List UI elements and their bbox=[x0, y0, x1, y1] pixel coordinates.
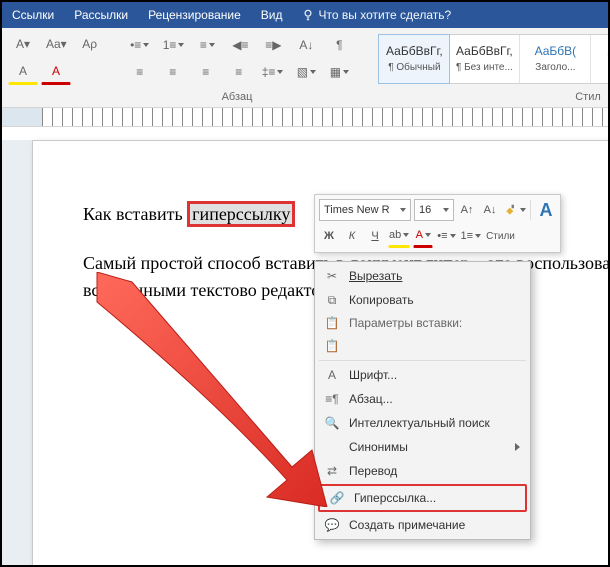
align-left-btn[interactable]: ≡ bbox=[125, 60, 155, 84]
selected-text[interactable]: гиперссылку bbox=[187, 201, 295, 227]
ctx-smart-lookup[interactable]: 🔍 Интеллектуальный поиск bbox=[315, 411, 530, 435]
style-normal[interactable]: АаБбВвГг,¶ Обычный bbox=[378, 34, 450, 84]
uppercase-btn[interactable]: A▾ bbox=[8, 32, 38, 56]
paintbrush-icon bbox=[504, 203, 518, 217]
tab-view[interactable]: Вид bbox=[251, 2, 293, 28]
mini-italic-btn[interactable]: К bbox=[342, 225, 362, 247]
increase-font-btn[interactable]: Aa▾ bbox=[41, 32, 72, 56]
mini-font-size[interactable]: 16 bbox=[414, 199, 454, 221]
translate-icon: ⇄ bbox=[323, 462, 341, 480]
ribbon: A▾ Aa▾ Aρ A A •≡ 1≡ ≡ ◀≡ ≡▶ A↓ ¶ ≡ ≡ bbox=[2, 28, 608, 108]
mini-bold-btn[interactable]: Ж bbox=[319, 225, 339, 247]
ctx-paste-option[interactable]: 📋 bbox=[315, 334, 530, 358]
bullets-btn[interactable]: •≡ bbox=[125, 33, 155, 57]
mini-numbering-btn[interactable]: 1≡ bbox=[460, 225, 483, 247]
paragraph-icon: ≡¶ bbox=[323, 390, 341, 408]
mini-toolbar: Times New R 16 A↑ A↓ A Ж К Ч ab A •≡ 1≡ … bbox=[314, 194, 561, 253]
ruler[interactable] bbox=[2, 108, 608, 127]
tell-me-label: Что вы хотите сделать? bbox=[319, 8, 452, 22]
search-icon: 🔍 bbox=[323, 414, 341, 432]
mini-shrink-font-btn[interactable]: A↓ bbox=[480, 199, 500, 221]
ctx-copy[interactable]: ⧉ Копировать bbox=[315, 288, 530, 312]
outdent-btn[interactable]: ◀≡ bbox=[225, 33, 255, 57]
clipboard-icon: 📋 bbox=[323, 337, 341, 355]
justify-btn[interactable]: ≡ bbox=[224, 60, 254, 84]
ctx-new-comment[interactable]: 💬 Создать примечание bbox=[315, 513, 530, 537]
mini-font-color-btn[interactable]: A bbox=[413, 224, 433, 248]
tab-review[interactable]: Рецензирование bbox=[138, 2, 251, 28]
copy-icon: ⧉ bbox=[323, 291, 341, 309]
paste-icon: 📋 bbox=[323, 314, 341, 332]
ctx-font[interactable]: A Шрифт... bbox=[315, 363, 530, 387]
numbering-btn[interactable]: 1≡ bbox=[158, 33, 190, 57]
text-before-selection: Как вставить bbox=[83, 204, 187, 224]
clear-format-btn[interactable]: Aρ bbox=[75, 32, 105, 56]
tab-references[interactable]: Ссылки bbox=[2, 2, 64, 28]
ctx-paragraph[interactable]: ≡¶ Абзац... bbox=[315, 387, 530, 411]
line-spacing-btn[interactable]: ‡≡ bbox=[257, 60, 289, 84]
mini-grow-font-btn[interactable]: A↑ bbox=[457, 199, 477, 221]
tell-me[interactable]: Что вы хотите сделать? bbox=[293, 8, 460, 22]
show-marks-btn[interactable]: ¶ bbox=[324, 33, 354, 57]
mini-font-name[interactable]: Times New R bbox=[319, 199, 411, 221]
mini-styles-label: Стили bbox=[485, 225, 516, 247]
lightbulb-icon bbox=[301, 8, 315, 22]
mini-format-painter-btn[interactable] bbox=[503, 199, 527, 221]
styles-gallery[interactable]: АаБбВвГг,¶ Обычный АаБбВвГг,¶ Без инте..… bbox=[378, 34, 610, 84]
ctx-paste-options-header: 📋 Параметры вставки: bbox=[315, 312, 530, 334]
multilevel-btn[interactable]: ≡ bbox=[192, 33, 222, 57]
indent-btn[interactable]: ≡▶ bbox=[258, 33, 288, 57]
link-icon: 🔗 bbox=[328, 489, 346, 507]
context-menu: ✂ Вырезать ⧉ Копировать 📋 Параметры вста… bbox=[314, 261, 531, 540]
style-heading1[interactable]: АаБбВ(Заголо... bbox=[520, 35, 591, 83]
mini-bullets-btn[interactable]: •≡ bbox=[436, 225, 456, 247]
style-heading2[interactable]: АаБбВЗагол bbox=[591, 35, 610, 83]
mini-underline-btn[interactable]: Ч bbox=[365, 225, 385, 247]
ctx-cut[interactable]: ✂ Вырезать bbox=[315, 264, 530, 288]
comment-icon: 💬 bbox=[323, 516, 341, 534]
align-center-btn[interactable]: ≡ bbox=[158, 60, 188, 84]
font-icon: A bbox=[323, 366, 341, 384]
group-styles-label: Стил bbox=[568, 89, 608, 107]
style-no-spacing[interactable]: АаБбВвГг,¶ Без инте... bbox=[449, 35, 520, 83]
align-right-btn[interactable]: ≡ bbox=[191, 60, 221, 84]
mini-highlight-btn[interactable]: ab bbox=[388, 224, 410, 248]
font-color-btn[interactable]: A bbox=[41, 59, 71, 85]
chevron-right-icon bbox=[515, 443, 520, 451]
sort-btn[interactable]: A↓ bbox=[291, 33, 321, 57]
highlight-btn[interactable]: A bbox=[8, 59, 38, 85]
ctx-hyperlink[interactable]: 🔗 Гиперссылка... bbox=[320, 486, 525, 510]
scissors-icon: ✂ bbox=[323, 267, 341, 285]
ribbon-tabs: Ссылки Рассылки Рецензирование Вид Что в… bbox=[2, 2, 608, 28]
mini-styles-btn[interactable]: A bbox=[530, 199, 556, 221]
borders-btn[interactable]: ▦ bbox=[324, 60, 354, 84]
ctx-synonyms[interactable]: Синонимы bbox=[315, 435, 530, 459]
group-paragraph-label: Абзац bbox=[122, 89, 352, 107]
shading-btn[interactable]: ▧ bbox=[291, 60, 321, 84]
tab-mailings[interactable]: Рассылки bbox=[64, 2, 138, 28]
ctx-translate[interactable]: ⇄ Перевод bbox=[315, 459, 530, 483]
